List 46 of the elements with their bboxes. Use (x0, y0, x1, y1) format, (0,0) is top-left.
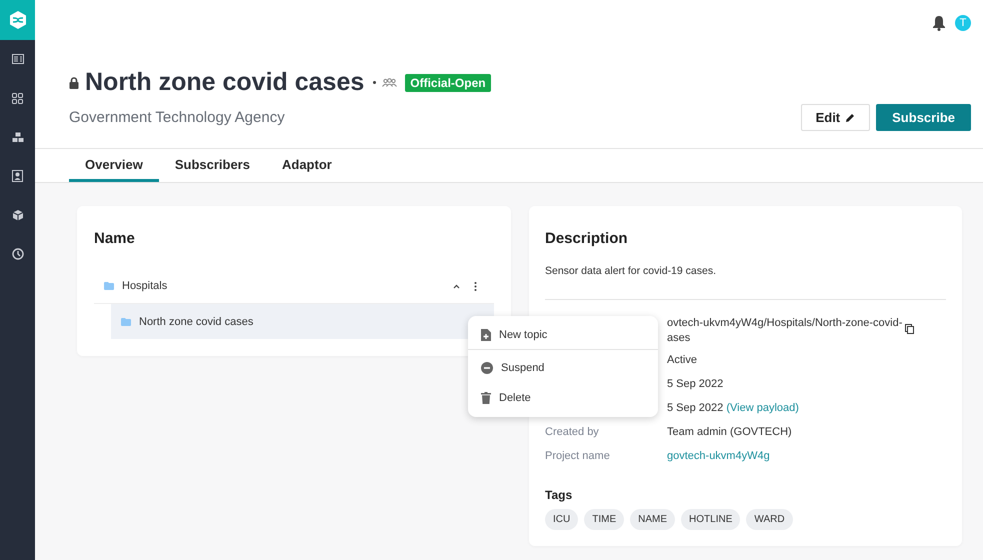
tag: ICU (545, 509, 578, 530)
tab[interactable]: Subscribers (158, 149, 266, 182)
tag: TIME (584, 509, 624, 530)
detail-link[interactable]: (View payload) (726, 402, 799, 414)
pencil-icon (845, 112, 856, 122)
folder-icon (104, 282, 114, 290)
tags-title: Tags (545, 488, 574, 502)
chevron-up-icon[interactable] (453, 284, 460, 288)
tab[interactable]: Adaptor (266, 149, 348, 182)
detail-label: Project name (545, 450, 610, 462)
detail-label: Created by (545, 426, 599, 438)
detail-value: 5 Sep 2022 (667, 402, 724, 414)
card-title: Name (94, 230, 136, 247)
file-plus-icon (481, 328, 491, 340)
tag: WARD (746, 509, 793, 530)
menu-item[interactable]: New topic (468, 320, 658, 350)
classification-badge: Official-Open (405, 74, 491, 92)
organization-name: Government Technology Agency (69, 109, 286, 126)
folder-icon (121, 318, 131, 326)
tag: NAME (630, 509, 676, 530)
tag: HOTLINE (681, 509, 740, 530)
menu-item[interactable]: Suspend (468, 353, 658, 383)
logo-icon[interactable] (0, 0, 35, 40)
detail-value: ovtech-ukvm4yW4g/Hospitals/North-zone-covid- ases (667, 317, 902, 344)
tree-label: North zone covid cases (139, 316, 254, 328)
notification-bell-icon[interactable] (932, 15, 946, 31)
more-options-icon[interactable] (474, 282, 477, 290)
tree-row[interactable]: North zone covid cases (111, 304, 494, 339)
page-title: North zone covid cases (85, 68, 364, 97)
menu-item[interactable]: Delete (468, 383, 658, 413)
card-title: Description (545, 230, 629, 247)
detail-link[interactable]: govtech-ukvm4yW4g (667, 450, 770, 462)
subscribe-button[interactable]: Subscribe (876, 104, 971, 131)
copy-icon[interactable] (905, 324, 914, 334)
trash-icon (481, 392, 491, 404)
tree-label: Hospitals (122, 280, 168, 292)
edit-button[interactable]: Edit (800, 104, 870, 131)
detail-value: Active (667, 354, 697, 366)
detail-value: 5 Sep 2022 (667, 378, 724, 390)
group-icon (382, 78, 398, 87)
tab[interactable]: Overview (69, 149, 159, 182)
minus-circle-icon (481, 362, 493, 374)
description-text: Sensor data alert for covid-19 cases. (545, 265, 946, 300)
detail-value: Team admin (GOVTECH) (667, 426, 792, 438)
lock-icon (69, 76, 79, 88)
separator-dot (373, 81, 376, 84)
